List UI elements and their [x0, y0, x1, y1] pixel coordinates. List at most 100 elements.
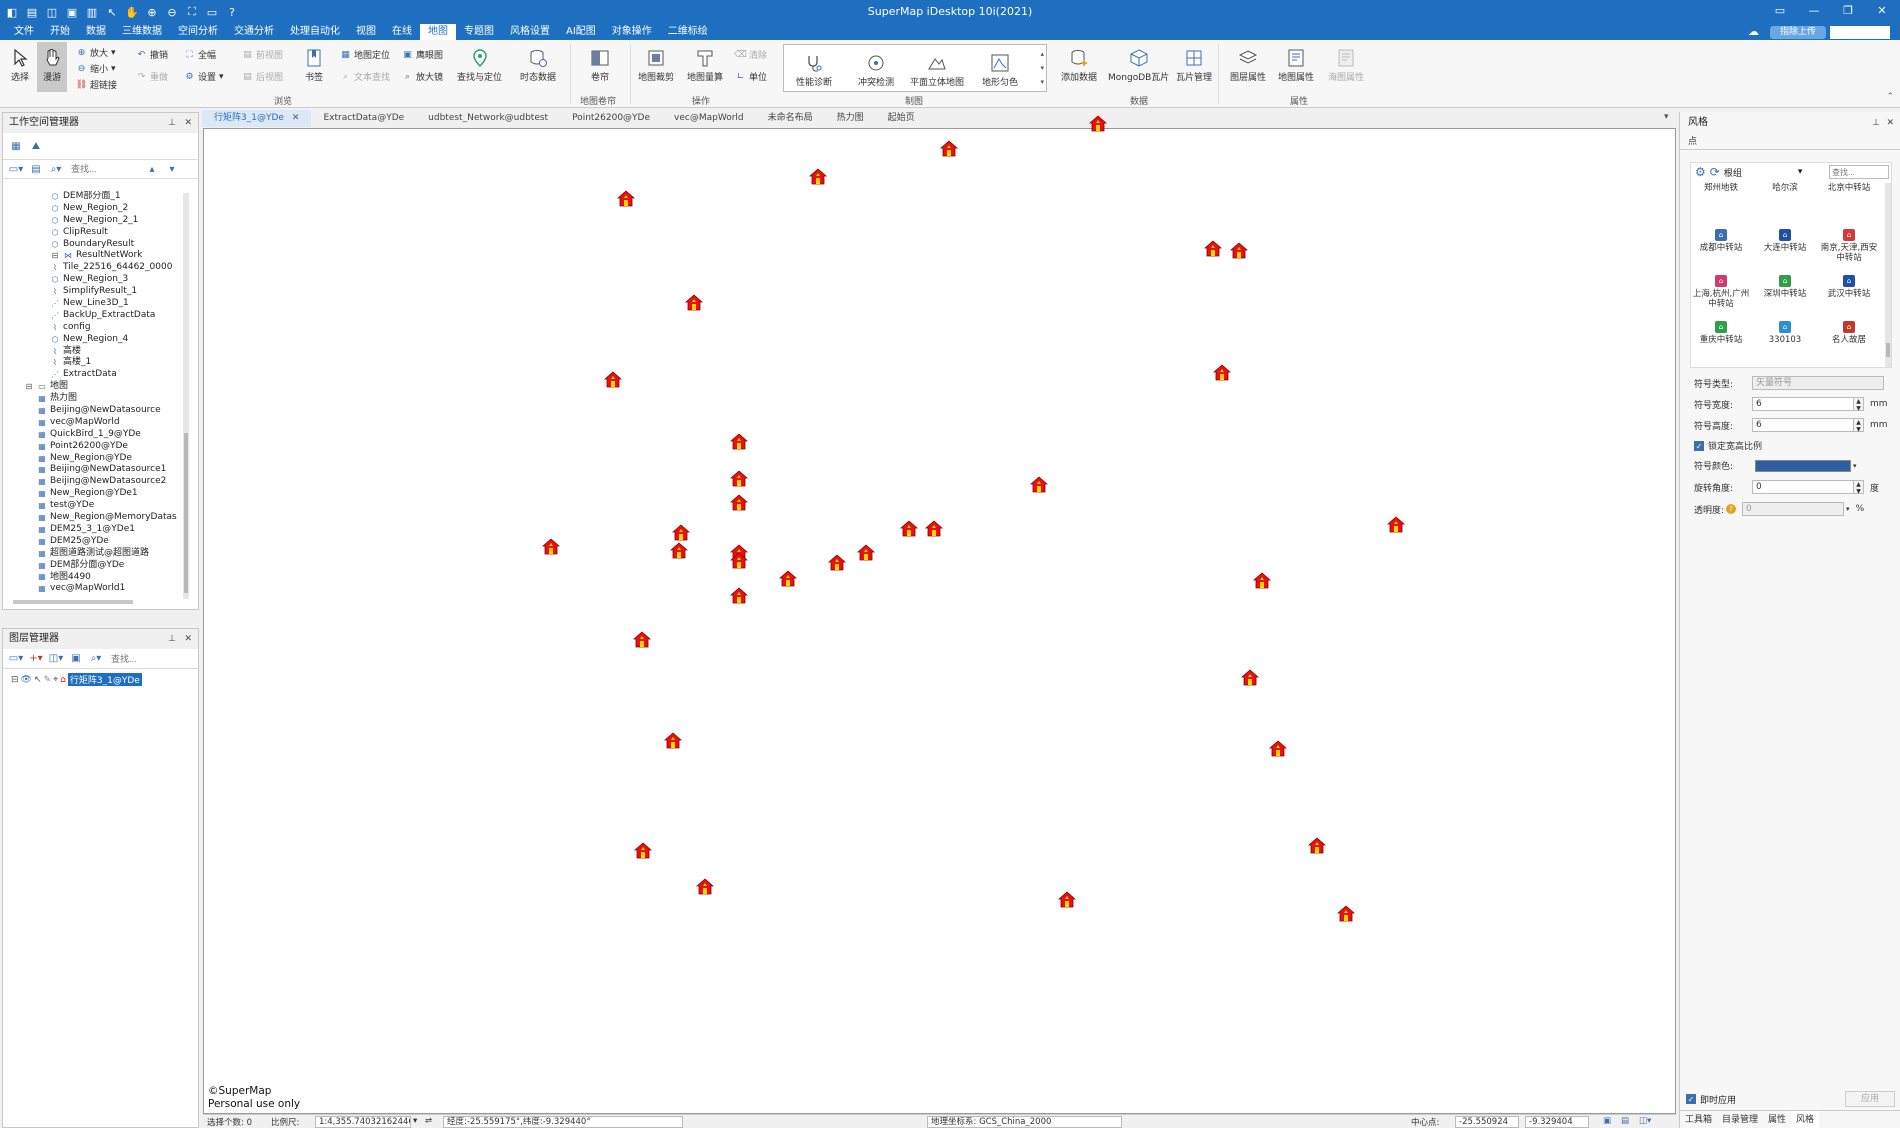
house-marker-icon[interactable] — [808, 168, 828, 185]
pin-icon[interactable]: ⊥ — [1872, 112, 1880, 134]
pin-icon[interactable]: ⊥ — [168, 113, 176, 133]
tree-item[interactable]: ▦ New_Region@MemoryDatas — [11, 512, 191, 524]
gallery-scroll[interactable]: ▴ ▾ ▾ — [1040, 47, 1044, 89]
workspace-hscrollbar[interactable] — [13, 600, 133, 604]
house-marker-icon[interactable] — [663, 732, 683, 749]
visible-eye-icon[interactable]: 👁 — [21, 675, 32, 685]
house-marker-icon[interactable] — [729, 433, 749, 450]
height-stepper[interactable]: ▲ ▼ — [1854, 418, 1864, 433]
symbol-item[interactable]: ⌂ 上海,杭州,广州中转站 — [1691, 275, 1751, 309]
document-tab[interactable]: vec@MapWorld — [662, 110, 756, 127]
panel-tab[interactable]: 目录管理 — [1717, 1111, 1763, 1128]
center-x-input[interactable]: -25.550924 — [1455, 1116, 1519, 1128]
house-marker-icon[interactable] — [633, 842, 653, 859]
expand-toggle-icon[interactable]: ⊟ — [50, 251, 60, 260]
workspace-icon[interactable]: ▦ — [9, 139, 23, 153]
house-marker-icon[interactable] — [778, 570, 798, 587]
tree-item[interactable]: ▦ 超图道路测试@超图道路 — [11, 548, 191, 560]
house-marker-icon[interactable] — [899, 520, 919, 537]
house-marker-icon[interactable] — [1229, 242, 1249, 259]
tree-item[interactable]: ⋰ BackUp_ExtractData — [11, 310, 191, 322]
tree-item[interactable]: ▦ Beijing@NewDatasource1 — [11, 464, 191, 476]
symbol-search-input[interactable] — [1829, 165, 1889, 179]
width-stepper[interactable]: ▲ ▼ — [1854, 397, 1864, 412]
workspace-search-input[interactable] — [69, 162, 139, 176]
chart-props-button[interactable]: 海图属性 — [1328, 46, 1364, 83]
menu-item[interactable]: 地图 — [420, 24, 456, 40]
symbol-item[interactable]: ⌂ 武汉中转站 — [1819, 275, 1879, 299]
symbol-item[interactable]: 郑州地铁 — [1691, 183, 1751, 193]
house-marker-icon[interactable] — [1307, 837, 1327, 854]
collapse-ribbon-icon[interactable]: ⌃ — [1886, 92, 1894, 102]
search-icon[interactable]: ⌕▾ — [49, 162, 63, 176]
workspace-scrollbar[interactable] — [183, 193, 189, 599]
house-marker-icon[interactable] — [632, 631, 652, 648]
copy-coords-icon[interactable]: ▣ — [1603, 1116, 1611, 1126]
house-marker-icon[interactable] — [695, 878, 715, 895]
apply-button[interactable]: 应用 — [1845, 1091, 1895, 1107]
chevron-down-icon[interactable]: ▾ — [1846, 505, 1850, 513]
eagle-eye-button[interactable]: ▣ 鹰眼图 — [402, 48, 443, 62]
symbol-item[interactable]: ⌂ 南京,天津,西安中转站 — [1819, 229, 1879, 263]
tree-item[interactable]: ▦ New_Region@YDe — [11, 453, 191, 465]
chevron-down-icon[interactable]: ▾ — [1853, 462, 1857, 470]
panel-tab[interactable]: 属性 — [1763, 1111, 1791, 1128]
layer-open-icon[interactable]: ▭▾ — [9, 652, 23, 666]
mongodb-tiles-button[interactable]: MongoDB瓦片 — [1108, 46, 1169, 83]
tree-item[interactable]: ⬡ New_Region_4 — [11, 334, 191, 346]
lock-ratio-checkbox[interactable]: ✓ — [1694, 440, 1704, 451]
menu-item[interactable]: 视图 — [348, 24, 384, 40]
close-tab-icon[interactable]: ✕ — [292, 113, 300, 123]
house-marker-icon[interactable] — [1029, 476, 1049, 493]
tree-item[interactable]: ⊟ ▭ 地图 — [11, 381, 191, 393]
menu-item[interactable]: 风格设置 — [502, 24, 558, 40]
menu-item[interactable]: 空间分析 — [170, 24, 226, 40]
symbol-item[interactable]: ⌂ 330103 — [1755, 321, 1815, 345]
house-marker-icon[interactable] — [1268, 740, 1288, 757]
magnifier-button[interactable]: ⌕ 放大镜 — [402, 70, 443, 84]
chevron-down-icon[interactable]: ▾ — [1798, 167, 1803, 177]
prev-view-button[interactable]: ▤ 前视图 — [242, 48, 283, 62]
tree-item[interactable]: ⬡ DEM部分面_1 — [11, 191, 191, 203]
tree-item[interactable]: ▦ 地图4490 — [11, 572, 191, 584]
tree-item[interactable]: ⌇ config — [11, 322, 191, 334]
find-locate-button[interactable]: 查找与定位 — [457, 46, 502, 83]
tree-item[interactable]: ⬡ New_Region_3 — [11, 274, 191, 286]
tree-item[interactable]: ▦ vec@MapWorld — [11, 417, 191, 429]
map-crop-button[interactable]: 地图裁剪 — [638, 46, 674, 83]
symbol-item[interactable]: ⌂ 名人故居 — [1819, 321, 1879, 345]
help-icon[interactable]: ? — [1726, 504, 1737, 514]
layer-props-button[interactable]: 图层属性 — [1230, 46, 1266, 83]
resource-icon[interactable]: ⛰ — [29, 139, 43, 153]
panel-tab[interactable]: 工具箱 — [1680, 1111, 1717, 1128]
tree-item[interactable]: ▦ DEM部分面@YDe — [11, 560, 191, 572]
swap-icon[interactable]: ⇌ — [425, 1116, 432, 1126]
search-icon[interactable]: ⌕▾ — [89, 652, 103, 666]
map-locate-button[interactable]: ▦ 地图定位 — [340, 48, 390, 62]
house-marker-icon[interactable] — [729, 587, 749, 604]
house-marker-icon[interactable] — [729, 552, 749, 569]
symbol-width-input[interactable]: 6 — [1752, 397, 1854, 411]
tree-item[interactable]: ▦ Beijing@NewDatasource — [11, 405, 191, 417]
layer-row[interactable]: ⊟ 👁 ↖ ✎ ⌖ ⌂ 行矩阵3_1@YDe — [11, 673, 142, 686]
layer-search-input[interactable] — [109, 651, 169, 666]
selectable-icon[interactable]: ↖ — [34, 675, 42, 685]
group-select[interactable]: 根组 — [1724, 166, 1794, 179]
symbol-item[interactable]: 北京中转站 — [1819, 183, 1879, 193]
zoom-out-button[interactable]: ⊖ 缩小 ▾ — [76, 62, 116, 76]
document-tab[interactable]: 起始页 — [876, 110, 927, 127]
snap-icon[interactable]: ⌖ — [53, 675, 58, 685]
center-y-input[interactable]: -9.329404 — [1525, 1116, 1589, 1128]
tree-item[interactable]: ▦ DEM25@YDe — [11, 536, 191, 548]
tree-item[interactable]: ▦ 热力图 — [11, 393, 191, 405]
document-tab[interactable]: ExtractData@YDe — [311, 110, 416, 127]
document-tab[interactable]: Point26200@YDe — [560, 110, 662, 127]
tree-item[interactable]: ▦ QuickBird_1_9@YDe — [11, 429, 191, 441]
document-tab[interactable]: 热力图 — [825, 110, 876, 127]
next-view-button[interactable]: ▤ 后视图 — [242, 70, 283, 84]
scale-dropdown-icon[interactable]: ▾ — [413, 1116, 417, 1126]
symbol-item[interactable]: ⌂ 重庆中转站 — [1691, 321, 1751, 345]
undo-button[interactable]: ↶ 撤销 — [136, 48, 168, 62]
settings-dropdown-icon[interactable]: ◫▾ — [1639, 1116, 1651, 1126]
menu-item[interactable]: 对象操作 — [604, 24, 660, 40]
